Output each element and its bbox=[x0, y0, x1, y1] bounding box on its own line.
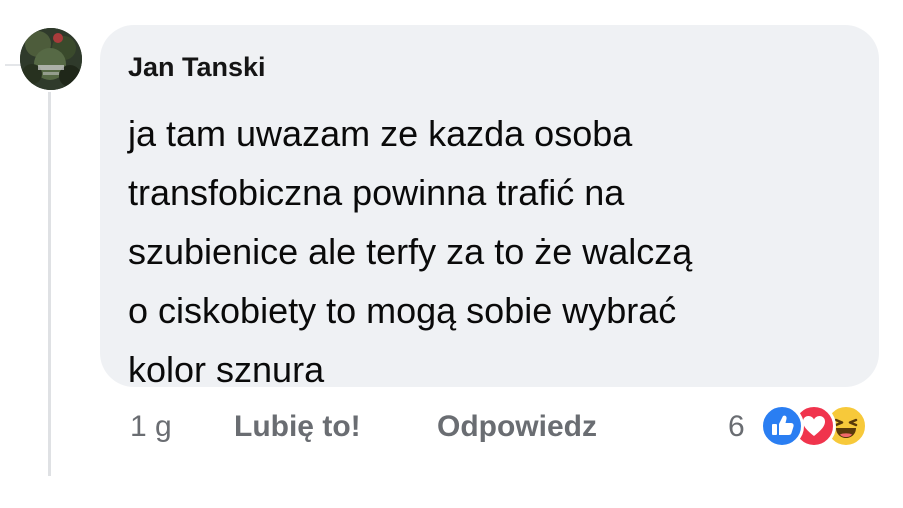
like-icon bbox=[760, 404, 804, 448]
comment-text-line: o ciskobiety to mogą sobie wybrać bbox=[128, 290, 677, 331]
comment-author-name[interactable]: Jan Tanski bbox=[128, 52, 266, 83]
comment-text-line: szubienice ale terfy za to że walczą bbox=[128, 231, 693, 272]
reply-thread-line bbox=[48, 92, 51, 476]
comment-timestamp[interactable]: 1 g bbox=[130, 410, 172, 444]
comment-text-line: kolor sznura bbox=[128, 349, 325, 390]
reply-button[interactable]: Odpowiedz bbox=[437, 410, 597, 444]
reaction-count: 6 bbox=[728, 410, 745, 443]
comment-text: ja tam uwazam ze kazda osoba transfobicz… bbox=[128, 104, 868, 399]
avatar[interactable] bbox=[20, 28, 82, 90]
comment-text-line: transfobiczna powinna trafić na bbox=[128, 172, 625, 213]
comment-text-line: ja tam uwazam ze kazda osoba bbox=[128, 113, 633, 154]
like-button[interactable]: Lubię to! bbox=[234, 410, 361, 444]
